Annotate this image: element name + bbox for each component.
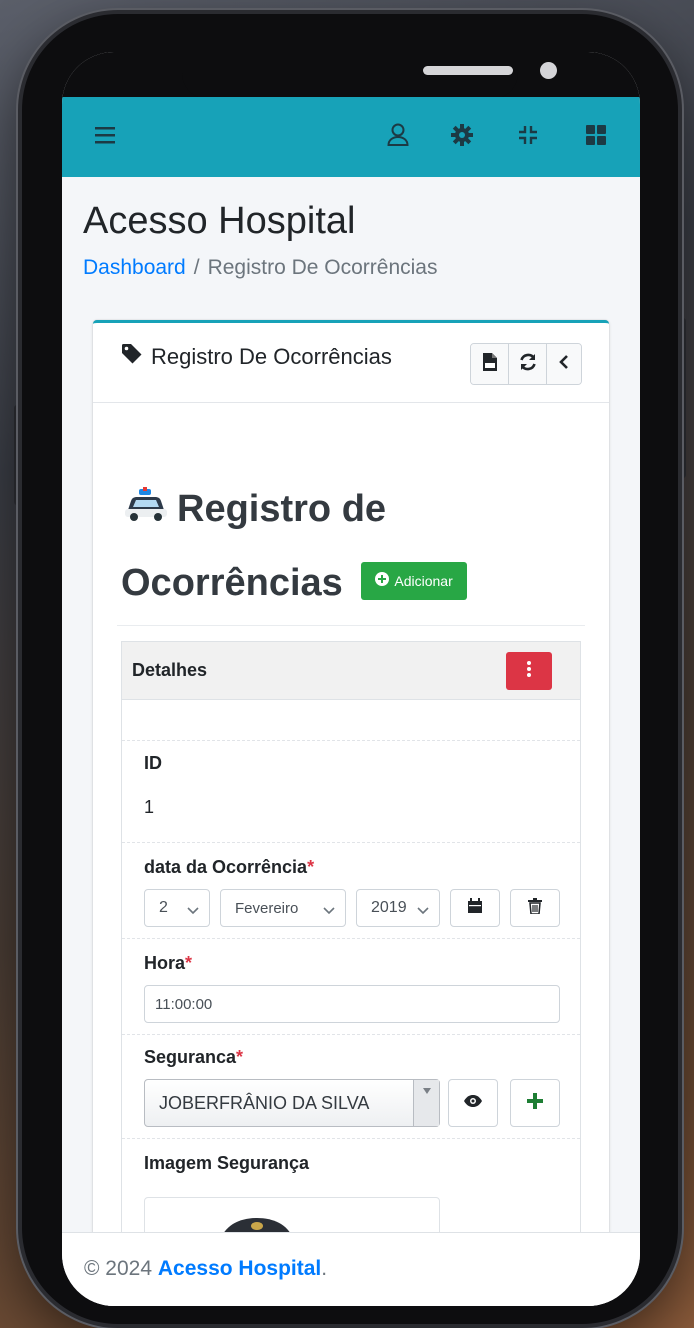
date-year-select[interactable]: 2019: [356, 889, 440, 927]
plus-circle-icon: [375, 545, 390, 617]
plus-icon: [527, 1092, 543, 1114]
add-guard-button[interactable]: [510, 1079, 560, 1127]
card-header: Registro De Ocorrências: [93, 323, 609, 403]
gear-icon[interactable]: [448, 121, 476, 149]
chevron-left-icon: [558, 354, 570, 375]
date-required-mark: *: [307, 857, 315, 877]
breadcrumb-separator: /: [193, 256, 200, 279]
power-button: [678, 318, 686, 478]
breadcrumb-current: Registro De Ocorrências: [207, 256, 438, 279]
calendar-button[interactable]: [450, 889, 500, 927]
calendar-icon: [467, 897, 483, 919]
details-title: Detalhes: [132, 660, 208, 680]
row-date: data da Ocorrência* 2 Fevereiro 2019: [122, 842, 580, 938]
footer-suffix: .: [321, 1257, 328, 1280]
guard-value: JOBERFRÂNIO DA SILVA: [159, 1092, 370, 1113]
guard-label-text: Seguranca: [144, 1047, 237, 1067]
grid-icon[interactable]: [582, 121, 610, 149]
breadcrumb-dashboard-link[interactable]: Dashboard: [83, 256, 186, 279]
hour-required-mark: *: [185, 953, 193, 973]
tag-icon: [121, 343, 143, 371]
chevron-down-icon: [323, 902, 335, 920]
refresh-icon: [518, 352, 538, 377]
card-title-text: Registro De Ocorrências: [151, 344, 392, 369]
csv-icon: [482, 352, 498, 377]
section-heading-line1: Registro de: [177, 488, 387, 530]
clear-date-button[interactable]: [510, 889, 560, 927]
page-title: Acesso Hospital: [83, 200, 356, 242]
date-year-value: 2019: [371, 899, 407, 916]
top-navbar: [62, 97, 640, 177]
date-day-value: 2: [159, 899, 168, 916]
trash-icon: [528, 897, 542, 919]
status-area: [62, 52, 640, 99]
notch: [182, 52, 557, 99]
hour-input[interactable]: 11:00:00: [144, 985, 560, 1023]
volume-button: [14, 405, 22, 505]
add-button[interactable]: Adicionar: [361, 561, 467, 600]
details-header: Detalhes: [122, 642, 580, 700]
footer-copyright: © 2024: [84, 1257, 153, 1280]
row-id: ID 1: [122, 740, 580, 842]
user-icon[interactable]: [384, 121, 412, 149]
guard-required-mark: *: [236, 1047, 244, 1067]
camera: [540, 62, 557, 79]
details-panel: Detalhes ID 1 data da Ocorrência* 2 Feve…: [121, 641, 581, 1306]
collapse-button[interactable]: [547, 344, 581, 384]
row-hour: Hora* 11:00:00: [122, 938, 580, 1034]
main-card: Registro De Ocorrências Registro de Ocor…: [93, 320, 609, 1306]
caret-down-icon: [413, 1080, 439, 1126]
compress-icon[interactable]: [514, 121, 542, 149]
date-label: data da Ocorrência*: [144, 857, 314, 878]
breadcrumb: Dashboard / Registro De Ocorrências: [83, 256, 438, 280]
card-title: Registro De Ocorrências: [121, 343, 392, 371]
hour-label-text: Hora: [144, 953, 186, 973]
screen: Acesso Hospital Dashboard / Registro De Oc…: [62, 52, 640, 1306]
eye-icon: [464, 1094, 482, 1112]
card-tools: [470, 343, 582, 385]
menu-icon[interactable]: [92, 121, 120, 149]
divider: [117, 625, 585, 626]
chevron-down-icon: [417, 902, 429, 920]
guard-select[interactable]: JOBERFRÂNIO DA SILVA: [144, 1079, 440, 1127]
police-car-icon: [121, 475, 171, 547]
id-value: 1: [144, 797, 155, 817]
date-month-select[interactable]: Fevereiro: [220, 889, 346, 927]
csv-export-button[interactable]: [471, 344, 509, 384]
kebab-icon: [527, 660, 531, 682]
guard-label: Seguranca*: [144, 1047, 243, 1068]
footer: © 2024 Acesso Hospital.: [62, 1232, 640, 1306]
speaker: [423, 66, 513, 75]
section-heading-line2: Ocorrências: [121, 561, 343, 604]
id-label: ID: [144, 753, 162, 773]
section-heading: Registro de Ocorrências Adicionar: [121, 473, 581, 619]
date-day-select[interactable]: 2: [144, 889, 210, 927]
date-month-value: Fevereiro: [235, 899, 299, 917]
view-guard-button[interactable]: [448, 1079, 498, 1127]
guard-image-label: Imagem Segurança: [144, 1153, 310, 1173]
hour-label: Hora*: [144, 953, 192, 974]
chevron-down-icon: [187, 902, 199, 920]
footer-brand-link[interactable]: Acesso Hospital: [158, 1257, 321, 1280]
refresh-button[interactable]: [509, 344, 547, 384]
date-label-text: data da Ocorrência: [144, 857, 308, 877]
details-menu-button[interactable]: [506, 652, 552, 690]
add-button-label: Adicionar: [394, 572, 453, 589]
row-guard: Seguranca* JOBERFRÂNIO DA SILVA: [122, 1034, 580, 1138]
